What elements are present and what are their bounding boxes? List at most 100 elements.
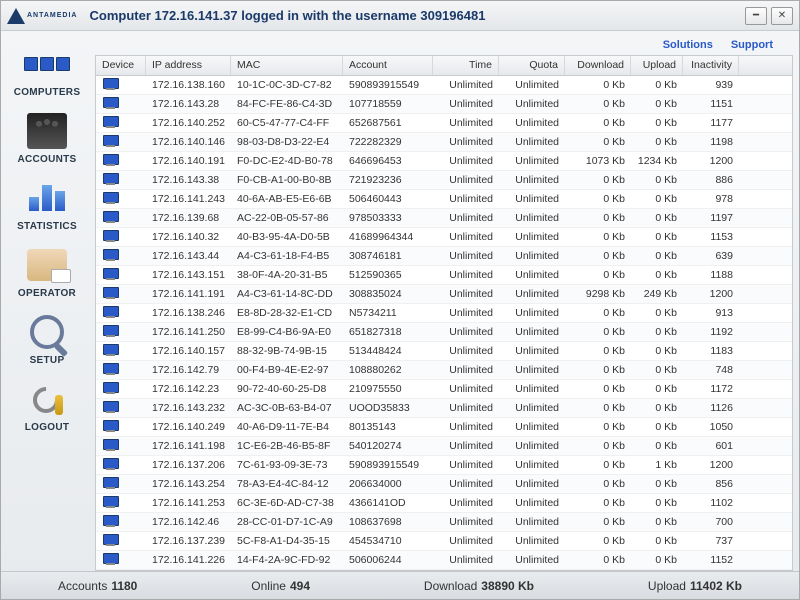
cell-ip: 172.16.141.250 bbox=[146, 326, 231, 338]
table-row[interactable]: 172.16.141.22614-F4-2A-9C-FD-92506006244… bbox=[96, 551, 792, 570]
cell-ip: 172.16.140.157 bbox=[146, 345, 231, 357]
cell-mac: 40-B3-95-4A-D0-5B bbox=[231, 231, 343, 243]
table-row[interactable]: 172.16.140.15788-32-9B-74-9B-15513448424… bbox=[96, 342, 792, 361]
cell-quota: Unlimited bbox=[499, 383, 565, 395]
cell-account: 651827318 bbox=[343, 326, 433, 338]
cell-quota: Unlimited bbox=[499, 174, 565, 186]
table-row[interactable]: 172.16.141.2536C-3E-6D-AD-C7-384366141OD… bbox=[96, 494, 792, 513]
cell-ip: 172.16.143.28 bbox=[146, 98, 231, 110]
table-row[interactable]: 172.16.141.191A4-C3-61-14-8C-DD308835024… bbox=[96, 285, 792, 304]
cell-account: 506460443 bbox=[343, 193, 433, 205]
cell-upload: 0 Kb bbox=[631, 516, 683, 528]
cell-ip: 172.16.143.151 bbox=[146, 269, 231, 281]
computer-icon bbox=[102, 287, 118, 299]
solutions-link[interactable]: Solutions bbox=[663, 39, 713, 51]
cell-time: Unlimited bbox=[433, 497, 499, 509]
table-row[interactable]: 172.16.141.24340-6A-AB-E5-E6-6B506460443… bbox=[96, 190, 792, 209]
col-quota[interactable]: Quota bbox=[499, 56, 565, 75]
cell-upload: 0 Kb bbox=[631, 269, 683, 281]
table-row[interactable]: 172.16.137.2067C-61-93-09-3E-73590893915… bbox=[96, 456, 792, 475]
table-row[interactable]: 172.16.140.24940-A6-D9-11-7E-B480135143U… bbox=[96, 418, 792, 437]
cell-time: Unlimited bbox=[433, 364, 499, 376]
cell-download: 0 Kb bbox=[565, 117, 631, 129]
table-row[interactable]: 172.16.141.1981C-E6-2B-46-B5-8F540120274… bbox=[96, 437, 792, 456]
cell-upload: 0 Kb bbox=[631, 554, 683, 566]
table-row[interactable]: 172.16.139.68AC-22-0B-05-57-86978503333U… bbox=[96, 209, 792, 228]
table-row[interactable]: 172.16.137.2395C-F8-A1-D4-35-15454534710… bbox=[96, 532, 792, 551]
cell-upload: 0 Kb bbox=[631, 364, 683, 376]
logout-icon bbox=[21, 378, 73, 420]
table-row[interactable]: 172.16.143.38F0-CB-A1-00-B0-8B721923236U… bbox=[96, 171, 792, 190]
cell-mac: 78-A3-E4-4C-84-12 bbox=[231, 478, 343, 490]
sidebar-item-label: OPERATOR bbox=[18, 288, 76, 299]
cell-inactivity: 886 bbox=[683, 174, 739, 186]
sidebar-item-label: STATISTICS bbox=[17, 221, 77, 232]
cell-mac: 90-72-40-60-25-D8 bbox=[231, 383, 343, 395]
cell-inactivity: 1153 bbox=[683, 231, 739, 243]
cell-quota: Unlimited bbox=[499, 212, 565, 224]
cell-time: Unlimited bbox=[433, 231, 499, 243]
table-row[interactable]: 172.16.140.3240-B3-95-4A-D0-5B4168996434… bbox=[96, 228, 792, 247]
col-account[interactable]: Account bbox=[343, 56, 433, 75]
table-row[interactable]: 172.16.138.16010-1C-0C-3D-C7-82590893915… bbox=[96, 76, 792, 95]
computer-icon bbox=[102, 534, 118, 546]
table-row[interactable]: 172.16.143.44A4-C3-61-18-F4-B5308746181U… bbox=[96, 247, 792, 266]
cell-time: Unlimited bbox=[433, 117, 499, 129]
close-button[interactable]: ✕ bbox=[771, 7, 793, 25]
sidebar-item-statistics[interactable]: STATISTICS bbox=[7, 173, 87, 238]
computer-icon bbox=[102, 515, 118, 527]
col-mac[interactable]: MAC bbox=[231, 56, 343, 75]
table-body[interactable]: 172.16.138.16010-1C-0C-3D-C7-82590893915… bbox=[96, 76, 792, 570]
table-row[interactable]: 172.16.140.25260-C5-47-77-C4-FF652687561… bbox=[96, 114, 792, 133]
cell-download: 0 Kb bbox=[565, 516, 631, 528]
table-row[interactable]: 172.16.143.232AC-3C-0B-63-B4-07UOOD35833… bbox=[96, 399, 792, 418]
cell-quota: Unlimited bbox=[499, 345, 565, 357]
sidebar-item-logout[interactable]: LOGOUT bbox=[7, 374, 87, 439]
table-row[interactable]: 172.16.140.14698-03-D8-D3-22-E4722282329… bbox=[96, 133, 792, 152]
sidebar-item-computers[interactable]: COMPUTERS bbox=[7, 39, 87, 104]
status-upload-value: 11402 Kb bbox=[690, 579, 742, 593]
table-row[interactable]: 172.16.142.7900-F4-B9-4E-E2-97108880262U… bbox=[96, 361, 792, 380]
cell-account: 540120274 bbox=[343, 440, 433, 452]
support-link[interactable]: Support bbox=[731, 39, 773, 51]
table-header: Device IP address MAC Account Time Quota… bbox=[96, 56, 792, 76]
cell-ip: 172.16.138.246 bbox=[146, 307, 231, 319]
sidebar-item-accounts[interactable]: ACCOUNTS bbox=[7, 106, 87, 171]
brand-name: ANTAMEDIA bbox=[27, 12, 77, 19]
col-device[interactable]: Device bbox=[96, 56, 146, 75]
cell-quota: Unlimited bbox=[499, 459, 565, 471]
minimize-button[interactable]: ━ bbox=[745, 7, 767, 25]
table-row[interactable]: 172.16.143.15138-0F-4A-20-31-B5512590365… bbox=[96, 266, 792, 285]
cell-inactivity: 1200 bbox=[683, 155, 739, 167]
table-row[interactable]: 172.16.143.25478-A3-E4-4C-84-12206634000… bbox=[96, 475, 792, 494]
sidebar-item-setup[interactable]: SETUP bbox=[7, 307, 87, 372]
table-row[interactable]: 172.16.140.191F0-DC-E2-4D-B0-78646696453… bbox=[96, 152, 792, 171]
status-download-value: 38890 Kb bbox=[481, 579, 534, 593]
table-row[interactable]: 172.16.142.2390-72-40-60-25-D8210975550U… bbox=[96, 380, 792, 399]
cell-quota: Unlimited bbox=[499, 326, 565, 338]
status-bar: Accounts1180 Online494 Download38890 Kb … bbox=[1, 571, 799, 599]
table-row[interactable]: 172.16.143.2884-FC-FE-86-C4-3D107718559U… bbox=[96, 95, 792, 114]
sidebar-item-label: ACCOUNTS bbox=[17, 154, 76, 165]
cell-quota: Unlimited bbox=[499, 497, 565, 509]
sidebar-item-operator[interactable]: OPERATOR bbox=[7, 240, 87, 305]
cell-inactivity: 1126 bbox=[683, 402, 739, 414]
cell-time: Unlimited bbox=[433, 402, 499, 414]
col-time[interactable]: Time bbox=[433, 56, 499, 75]
col-download[interactable]: Download bbox=[565, 56, 631, 75]
computer-icon bbox=[102, 439, 118, 451]
cell-inactivity: 639 bbox=[683, 250, 739, 262]
cell-account: 107718559 bbox=[343, 98, 433, 110]
cell-mac: 7C-61-93-09-3E-73 bbox=[231, 459, 343, 471]
table-row[interactable]: 172.16.138.246E8-8D-28-32-E1-CDN5734211U… bbox=[96, 304, 792, 323]
cell-download: 0 Kb bbox=[565, 364, 631, 376]
col-inactivity[interactable]: Inactivity bbox=[683, 56, 739, 75]
cell-account: 108637698 bbox=[343, 516, 433, 528]
cell-upload: 0 Kb bbox=[631, 402, 683, 414]
col-ip[interactable]: IP address bbox=[146, 56, 231, 75]
cell-ip: 172.16.143.44 bbox=[146, 250, 231, 262]
col-upload[interactable]: Upload bbox=[631, 56, 683, 75]
table-row[interactable]: 172.16.141.250E8-99-C4-B6-9A-E0651827318… bbox=[96, 323, 792, 342]
computer-icon bbox=[102, 268, 118, 280]
table-row[interactable]: 172.16.142.4628-CC-01-D7-1C-A9108637698U… bbox=[96, 513, 792, 532]
